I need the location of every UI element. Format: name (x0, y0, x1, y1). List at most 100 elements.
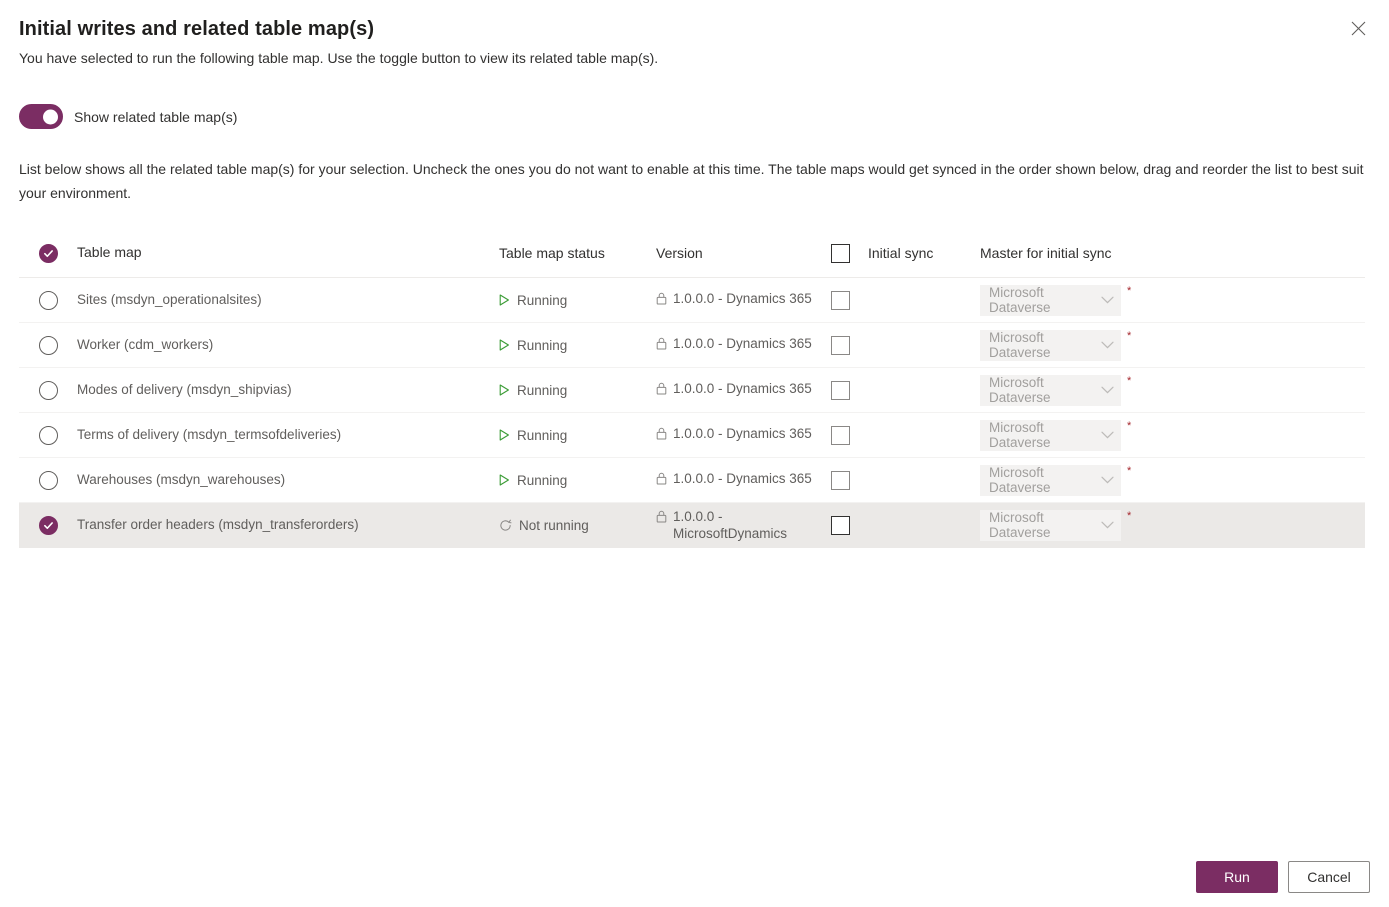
table-maps-table: Table map Table map status Version Initi… (19, 233, 1365, 548)
master-for-initial-sync-dropdown[interactable]: Microsoft Dataverse (980, 464, 1121, 496)
select-all-toggle[interactable] (38, 243, 58, 263)
initial-sync-checkbox[interactable] (831, 290, 850, 310)
dialog-subtitle: You have selected to run the following t… (19, 50, 659, 66)
row-table-map-cell: Modes of delivery (msdyn_shipvias) (77, 381, 499, 399)
intro-text: List below shows all the related table m… (19, 161, 1364, 201)
close-icon (1351, 21, 1366, 39)
master-value: Microsoft Dataverse (989, 465, 1051, 495)
table-map-name: Modes of delivery (msdyn_shipvias) (77, 382, 292, 397)
table-row[interactable]: Terms of delivery (msdyn_termsofdeliveri… (19, 413, 1365, 458)
row-select-toggle[interactable] (38, 290, 58, 310)
play-icon (499, 384, 510, 396)
required-asterisk: * (1127, 374, 1132, 387)
table-map-version: 1.0.0.0 - Dynamics 365 (673, 291, 812, 306)
master-for-initial-sync-dropdown[interactable]: Microsoft Dataverse (980, 419, 1121, 451)
row-version-cell: 1.0.0.0 - MicrosoftDynamics (656, 508, 831, 542)
master-value: Microsoft Dataverse (989, 285, 1051, 315)
show-related-table-maps-toggle[interactable] (19, 104, 63, 129)
table-row[interactable]: Worker (cdm_workers) Running 1.0.0.0 - Dyn… (19, 323, 1365, 368)
master-for-initial-sync-dropdown[interactable]: Microsoft Dataverse (980, 374, 1121, 406)
master-value: Microsoft Dataverse (989, 330, 1051, 360)
required-asterisk: * (1127, 509, 1132, 522)
row-status-cell: Running (499, 338, 656, 353)
initial-sync-checkbox[interactable] (831, 335, 850, 355)
page-title: Initial writes and related table map(s) (19, 18, 375, 40)
row-initial-sync-cell (831, 515, 980, 535)
table-row[interactable]: Sites (msdyn_operationalsites) Running 1.0… (19, 278, 1365, 323)
table-map-version: 1.0.0.0 - MicrosoftDynamics (673, 509, 788, 541)
row-select-cell (19, 380, 77, 400)
row-select-toggle[interactable] (38, 335, 58, 355)
close-button[interactable] (1340, 12, 1376, 48)
lock-icon (656, 335, 667, 355)
table-map-status: Running (517, 337, 568, 353)
initial-sync-checkbox[interactable] (831, 470, 850, 490)
table-map-status: Running (517, 472, 568, 488)
toggle-knob (43, 109, 58, 124)
row-select-cell (19, 470, 77, 490)
table-map-status: Running (517, 292, 568, 308)
row-master-cell: Microsoft Dataverse * (980, 284, 1365, 316)
row-status-cell: Running (499, 473, 656, 488)
row-select-cell (19, 290, 77, 310)
toggle-label: Show related table map(s) (74, 108, 238, 125)
master-for-initial-sync-dropdown[interactable]: Microsoft Dataverse (980, 509, 1121, 541)
row-select-toggle[interactable] (38, 515, 58, 535)
initial-sync-checkbox[interactable] (831, 425, 850, 445)
table-map-version: 1.0.0.0 - Dynamics 365 (673, 471, 812, 486)
chevron-down-icon (1101, 296, 1114, 304)
row-select-toggle[interactable] (38, 470, 58, 490)
lock-icon (656, 470, 667, 490)
row-initial-sync-cell (831, 470, 980, 490)
header-table-map[interactable]: Table map (77, 244, 499, 262)
table-map-status: Running (517, 427, 568, 443)
header-master: Master for initial sync (980, 245, 1365, 261)
required-asterisk: * (1127, 419, 1132, 432)
initial-sync-checkbox[interactable] (831, 380, 850, 400)
select-all-cell (19, 243, 77, 263)
master-for-initial-sync-dropdown[interactable]: Microsoft Dataverse (980, 284, 1121, 316)
chevron-down-icon (1101, 476, 1114, 484)
table-row[interactable]: Warehouses (msdyn_warehouses) Running 1.0.… (19, 458, 1365, 503)
header-status[interactable]: Table map status (499, 245, 656, 261)
chevron-down-icon (1101, 521, 1114, 529)
header-status-label: Table map status (499, 245, 605, 261)
required-asterisk: * (1127, 329, 1132, 342)
cancel-button[interactable]: Cancel (1288, 861, 1370, 893)
header-initial-sync: Initial sync (831, 243, 980, 263)
table-map-version: 1.0.0.0 - Dynamics 365 (673, 381, 812, 396)
header-version[interactable]: Version (656, 245, 831, 261)
lock-icon (656, 425, 667, 445)
table-row[interactable]: Transfer order headers (msdyn_transferor… (19, 503, 1365, 548)
initial-sync-select-all-checkbox[interactable] (831, 243, 850, 263)
row-version-cell: 1.0.0.0 - Dynamics 365 (656, 470, 831, 490)
header-version-label: Version (656, 245, 703, 261)
table-header-row: Table map Table map status Version Initi… (19, 233, 1365, 278)
table-map-name: Transfer order headers (msdyn_transferor… (77, 517, 359, 532)
master-value: Microsoft Dataverse (989, 420, 1051, 450)
row-master-cell: Microsoft Dataverse * (980, 329, 1365, 361)
row-select-toggle[interactable] (38, 425, 58, 445)
row-select-toggle[interactable] (38, 380, 58, 400)
table-body: Sites (msdyn_operationalsites) Running 1.0… (19, 278, 1365, 548)
table-map-status: Not running (519, 517, 589, 533)
header-initial-sync-label: Initial sync (868, 245, 934, 261)
row-status-cell: Running (499, 383, 656, 398)
row-initial-sync-cell (831, 380, 980, 400)
row-table-map-cell: Worker (cdm_workers) (77, 336, 499, 354)
required-asterisk: * (1127, 464, 1132, 477)
table-row[interactable]: Modes of delivery (msdyn_shipvias) Runnin… (19, 368, 1365, 413)
play-icon (499, 339, 510, 351)
run-button[interactable]: Run (1196, 861, 1278, 893)
lock-icon (656, 380, 667, 400)
row-version-cell: 1.0.0.0 - Dynamics 365 (656, 290, 831, 310)
row-table-map-cell: Transfer order headers (msdyn_transferor… (77, 516, 499, 534)
row-table-map-cell: Sites (msdyn_operationalsites) (77, 291, 499, 309)
master-value: Microsoft Dataverse (989, 375, 1051, 405)
header-table-map-label: Table map (77, 244, 142, 260)
lock-icon (656, 290, 667, 310)
row-table-map-cell: Warehouses (msdyn_warehouses) (77, 471, 499, 489)
initial-sync-checkbox[interactable] (831, 515, 850, 535)
master-for-initial-sync-dropdown[interactable]: Microsoft Dataverse (980, 329, 1121, 361)
row-master-cell: Microsoft Dataverse * (980, 509, 1365, 541)
